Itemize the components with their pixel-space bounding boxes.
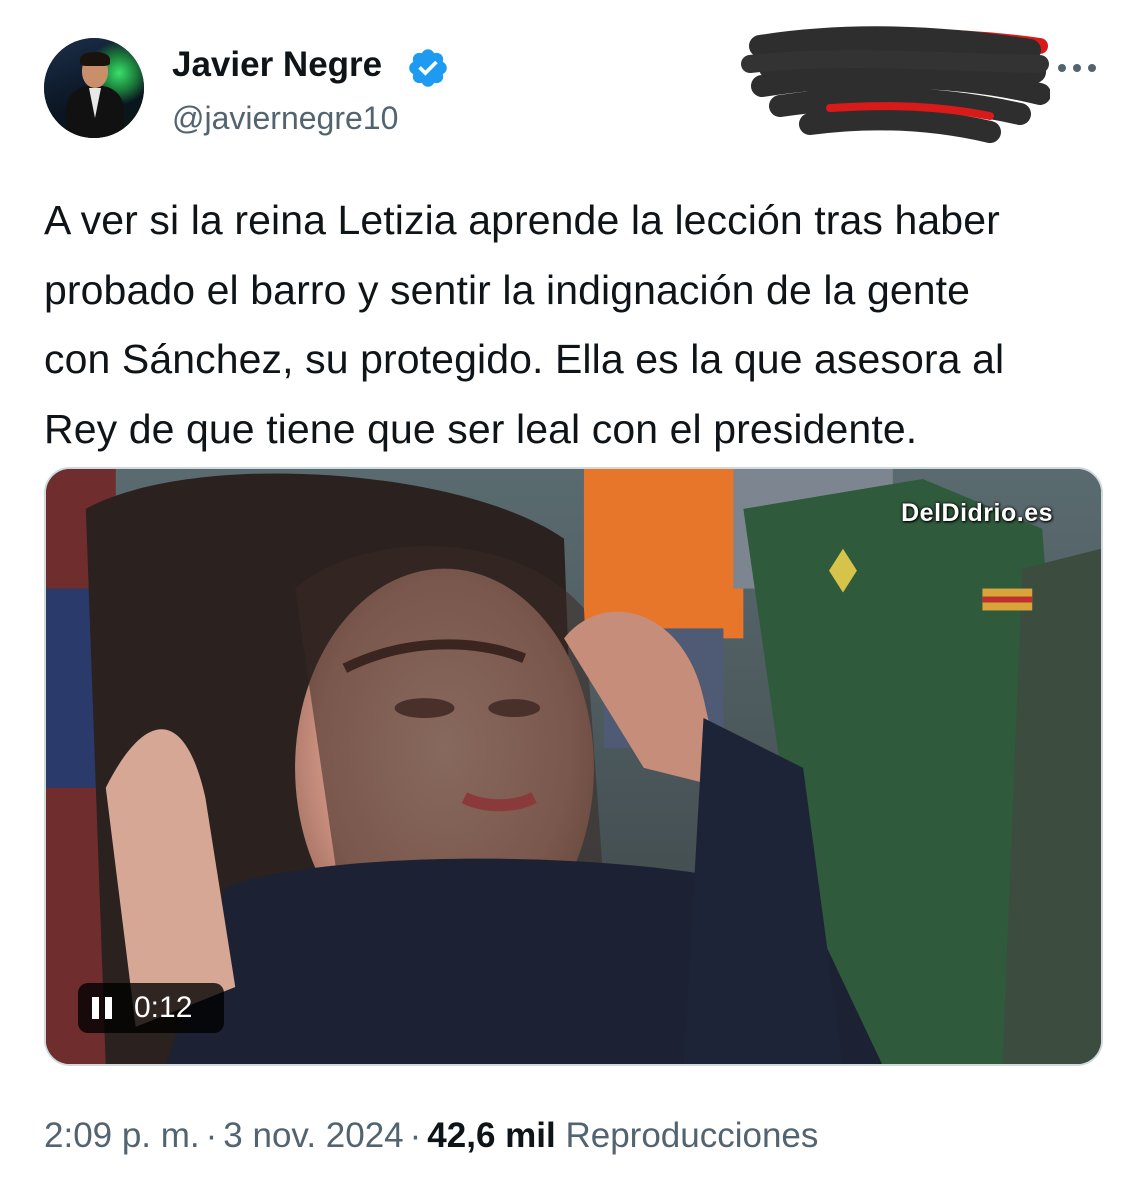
video-watermark: DelDidrio.es xyxy=(901,499,1053,527)
verified-badge-icon xyxy=(409,49,447,87)
author-handle[interactable]: @javiernegre10 xyxy=(172,98,398,138)
tweet-text: A ver si la reina Letizia aprende la lec… xyxy=(44,197,1005,452)
avatar[interactable] xyxy=(44,38,144,138)
meta-separator: · xyxy=(409,1116,422,1155)
tweet-time[interactable]: 2:09 p. m. xyxy=(44,1116,200,1155)
video-player[interactable]: DelDidrio.es 0:12 xyxy=(44,467,1103,1066)
redaction-scribble xyxy=(741,26,1050,143)
views-label: Reproducciones xyxy=(565,1116,819,1155)
meta-separator: · xyxy=(205,1116,218,1155)
tweet-date[interactable]: 3 nov. 2024 xyxy=(223,1116,403,1155)
video-frame xyxy=(46,469,1101,1064)
views-count: 42,6 mil xyxy=(427,1116,556,1155)
tweet-metadata: 2:09 p. m. · 3 nov. 2024 · 42,6 mil Reproduc… xyxy=(44,1114,818,1158)
avatar-hair xyxy=(80,52,110,66)
video-time: 0:12 xyxy=(134,991,193,1024)
video-timer[interactable]: 0:12 xyxy=(78,983,224,1033)
pause-icon[interactable] xyxy=(92,997,116,1019)
more-options-icon[interactable] xyxy=(1052,50,1102,84)
author-name[interactable]: Javier Negre xyxy=(172,44,382,86)
